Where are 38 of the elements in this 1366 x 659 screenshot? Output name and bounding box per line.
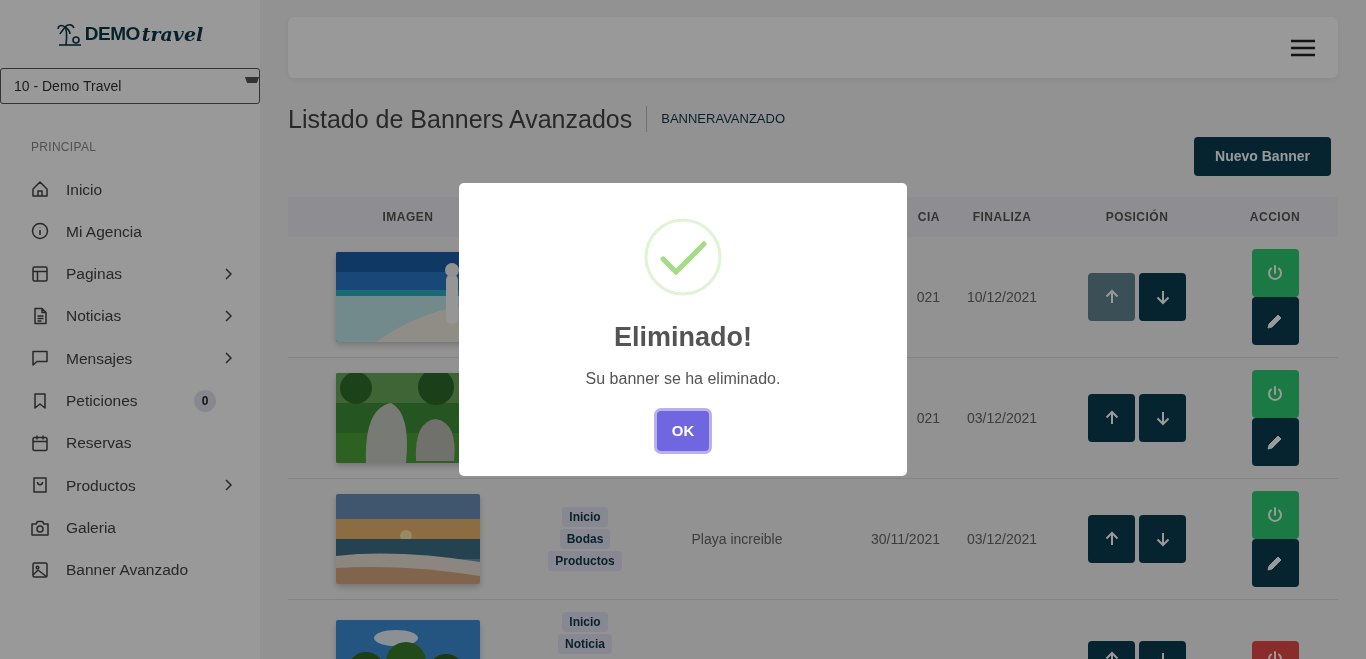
brand-name: DEMO [84, 21, 140, 46]
tag: Inicio [562, 507, 608, 527]
page-title: Listado de Banners Avanzados [288, 104, 633, 134]
menu-item[interactable]: Peticiones 0 [0, 379, 260, 422]
section-heading: PRINCIPAL [31, 139, 98, 156]
tag: Noticia [558, 634, 612, 654]
ok-button[interactable]: OK [657, 411, 709, 452]
column-header: FINALIZA [971, 209, 1033, 226]
agency-select[interactable]: 10 - Demo Travel [0, 68, 260, 104]
menu-item[interactable]: Productos [0, 464, 260, 507]
breadcrumb: BANNERAVANZADO [646, 106, 785, 132]
table-cell: Playa increible [691, 530, 783, 547]
brand-tagline: travel [141, 21, 204, 47]
column-header: CIA [916, 209, 941, 226]
table-cell: 30/11/2021 [870, 530, 940, 547]
column-header: POSICIÓN [1104, 208, 1170, 226]
dialog-message: Su banner se ha eliminado. [585, 369, 781, 390]
menu-item[interactable]: Galeria [0, 506, 260, 549]
table-cell: 021 [916, 288, 940, 305]
column-header: ACCION [1248, 209, 1302, 226]
menu-item[interactable]: Inicio [0, 168, 260, 211]
tag: Bodas [559, 529, 611, 549]
menu-item[interactable]: Noticias [0, 294, 260, 338]
menu-item[interactable]: Paginas [0, 252, 260, 295]
menu-item[interactable]: Banner Avanzado [0, 548, 260, 591]
table-cell: 021 [916, 409, 940, 426]
new-banner-button[interactable]: Nuevo Banner [1194, 137, 1331, 176]
table-cell: 03/12/2021 [966, 530, 1038, 547]
dialog-title: Eliminado! [614, 321, 752, 354]
menu-item[interactable]: Mensajes [0, 337, 260, 380]
menu-item[interactable]: Reservas [0, 421, 260, 465]
tag: Inicio [562, 612, 608, 632]
count-badge: 0 [194, 389, 216, 412]
menu-item[interactable]: Mi Agencia [0, 210, 260, 253]
tag: Productos [548, 551, 622, 571]
table-cell: 10/12/2021 [966, 288, 1038, 305]
column-header: IMAGEN [381, 209, 435, 226]
table-cell: 03/12/2021 [966, 409, 1038, 426]
